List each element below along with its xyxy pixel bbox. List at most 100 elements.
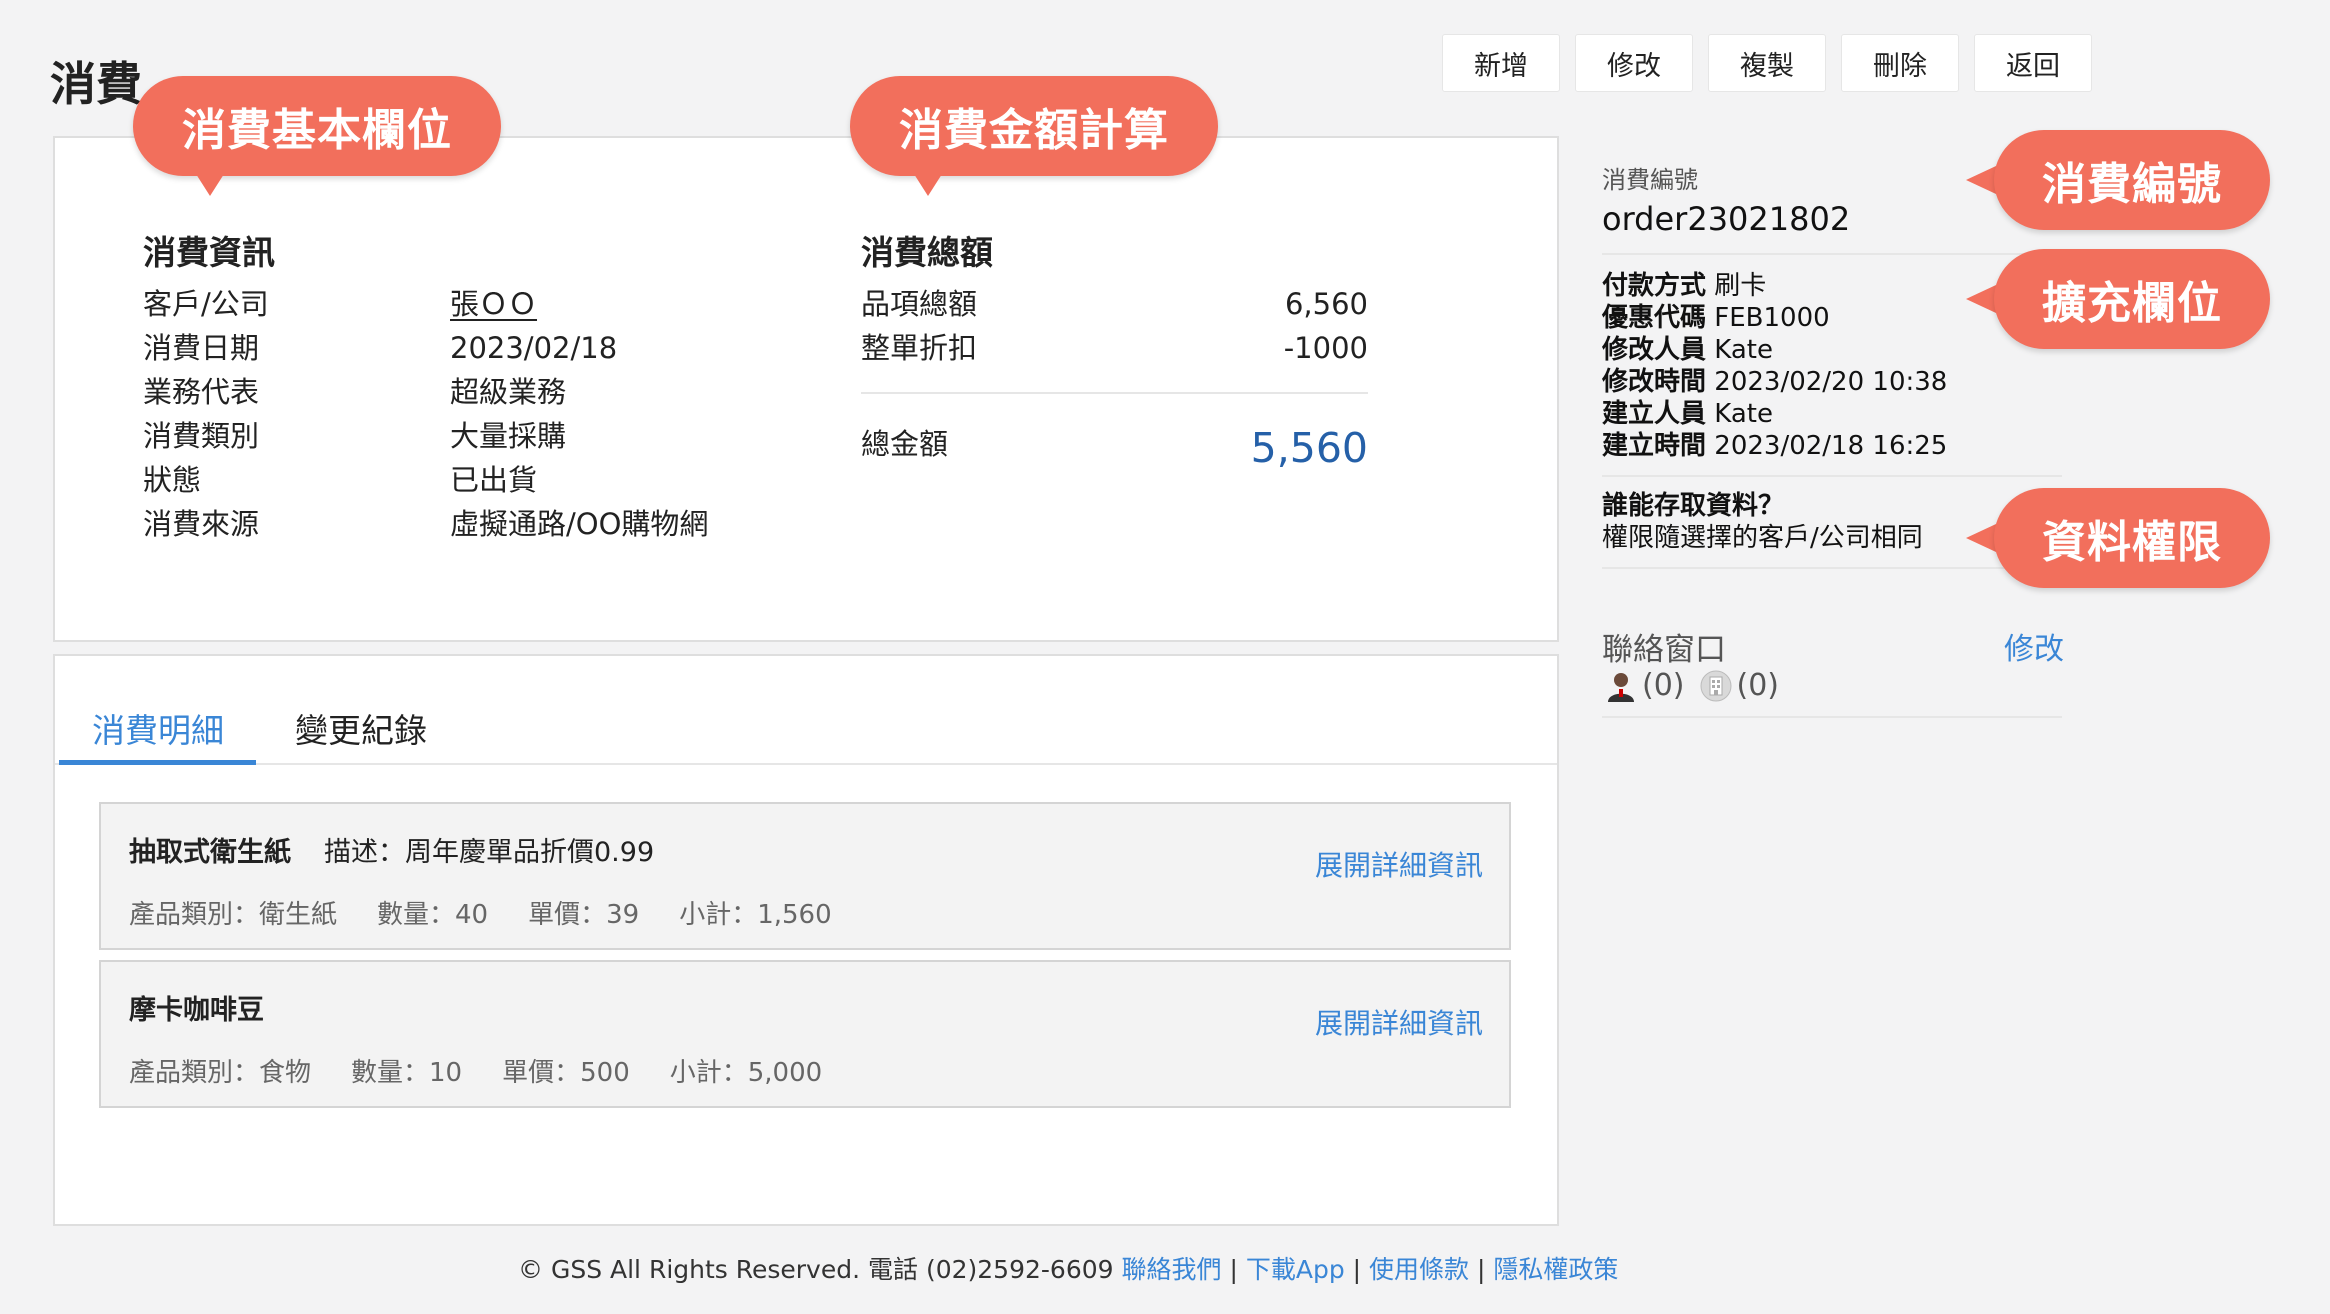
person-count[interactable]: (0): [1642, 668, 1685, 703]
list-item: 摩卡咖啡豆 展開詳細資訊 產品類別：食物 數量：10 單價：500 小計：5,0…: [99, 960, 1511, 1108]
discount-value: -1000: [1283, 331, 1368, 365]
person-icon: [1608, 672, 1634, 702]
item-quantity: 數量：40: [377, 900, 489, 930]
sidebar-divider: [1602, 475, 2062, 477]
tab-history[interactable]: 變更紀錄: [295, 704, 427, 752]
tab-details[interactable]: 消費明細: [92, 704, 224, 752]
company-count[interactable]: (0): [1737, 668, 1780, 703]
add-button[interactable]: 新增: [1442, 34, 1560, 92]
grand-total-value: 5,560: [1250, 424, 1368, 472]
ext-value: Kate: [1714, 335, 1773, 365]
item-total-label: 品項總額: [861, 287, 978, 321]
info-section-title: 消費資訊: [143, 233, 275, 272]
callout-data-permission: 資料權限: [1994, 488, 2270, 588]
item-meta: 產品類別：食物 數量：10 單價：500 小計：5,000: [129, 1052, 822, 1089]
totals-divider: [861, 392, 1368, 394]
status-value: 已出貨: [450, 463, 538, 497]
callout-extended-fields: 擴充欄位: [1994, 249, 2270, 349]
order-no-value: order23021802: [1602, 200, 1851, 238]
callout-tail: [914, 174, 942, 196]
info-label-status: 狀態: [143, 463, 202, 497]
contact-label: 聯絡窗口: [1602, 632, 1726, 668]
expand-details-link[interactable]: 展開詳細資訊: [1315, 1002, 1483, 1042]
ext-row: 修改時間 2023/02/20 10:38: [1602, 366, 1947, 398]
order-category-value: 大量採購: [450, 419, 567, 453]
item-description: 描述：周年慶單品折價0.99: [324, 837, 655, 868]
ext-value: Kate: [1714, 399, 1773, 429]
back-button[interactable]: 返回: [1974, 34, 2092, 92]
order-date-value: 2023/02/18: [450, 331, 618, 365]
callout-amount-calc: 消費金額計算: [850, 76, 1218, 176]
copy-button[interactable]: 複製: [1708, 34, 1826, 92]
ext-row: 修改人員 Kate: [1602, 334, 1947, 366]
delete-button[interactable]: 刪除: [1841, 34, 1959, 92]
toolbar: 新增 修改 複製 刪除 返回: [1442, 34, 2092, 92]
item-category: 產品類別：食物: [129, 1058, 312, 1088]
item-name: 抽取式衛生紙: [129, 837, 291, 868]
contact-counts: (0) (0): [1604, 668, 1779, 703]
info-label-source: 消費來源: [143, 507, 260, 541]
list-item: 抽取式衛生紙 描述：周年慶單品折價0.99 展開詳細資訊 產品類別：衛生紙 數量…: [99, 802, 1511, 950]
info-values: 張ＯＯ 2023/02/18 超級業務 大量採購 已出貨 虛擬通路/OO購物網: [450, 282, 870, 546]
footer-app-link[interactable]: 下載App: [1246, 1255, 1345, 1284]
callout-tail: [1966, 166, 1996, 194]
item-category: 產品類別：衛生紙: [129, 900, 338, 930]
sales-rep-value: 超級業務: [450, 375, 567, 409]
ext-label: 付款方式: [1602, 271, 1707, 301]
order-no-label: 消費編號: [1602, 166, 1698, 194]
ext-value: 2023/02/18 16:25: [1714, 431, 1948, 461]
ext-label: 建立時間: [1602, 431, 1707, 461]
source-value: 虛擬通路/OO購物網: [450, 507, 709, 541]
ext-row: 優惠代碼 FEB1000: [1602, 302, 1947, 334]
extended-fields: 付款方式 刷卡 優惠代碼 FEB1000 修改人員 Kate 修改時間 2023…: [1602, 270, 1947, 462]
ext-row: 建立時間 2023/02/18 16:25: [1602, 430, 1947, 462]
callout-tail: [1966, 285, 1996, 313]
footer-privacy-link[interactable]: 隱私權政策: [1493, 1255, 1618, 1284]
info-label-date: 消費日期: [143, 331, 260, 365]
edit-button[interactable]: 修改: [1575, 34, 1693, 92]
footer-separator: |: [1477, 1255, 1486, 1284]
totals-section-title: 消費總額: [861, 233, 993, 272]
footer-separator: |: [1229, 1255, 1238, 1284]
callout-basic-fields: 消費基本欄位: [133, 76, 501, 176]
sidebar-divider: [1602, 253, 2062, 255]
discount-label: 整單折扣: [861, 331, 978, 365]
callout-tail: [1966, 524, 1996, 552]
item-quantity: 數量：10: [351, 1058, 463, 1088]
footer-copyright: © GSS All Rights Reserved. 電話 (02)2592-6…: [518, 1255, 1114, 1284]
footer: © GSS All Rights Reserved. 電話 (02)2592-6…: [518, 1250, 1618, 1286]
ext-value: FEB1000: [1714, 303, 1830, 333]
info-labels: 客戶/公司 消費日期 業務代表 消費類別 狀態 消費來源: [143, 282, 433, 546]
footer-terms-link[interactable]: 使用條款: [1369, 1255, 1469, 1284]
ext-value: 2023/02/20 10:38: [1714, 367, 1948, 397]
contact-edit-link[interactable]: 修改: [2004, 624, 2064, 668]
info-label-category: 消費類別: [143, 419, 260, 453]
item-price: 單價：500: [502, 1058, 630, 1088]
ext-value: 刷卡: [1714, 271, 1767, 301]
footer-contact-link[interactable]: 聯絡我們: [1122, 1255, 1222, 1284]
callout-order-number: 消費編號: [1994, 130, 2270, 230]
item-total-value: 6,560: [1284, 287, 1368, 321]
footer-separator: |: [1352, 1255, 1362, 1284]
access-title: 誰能存取資料？: [1602, 491, 1785, 521]
sidebar-divider: [1602, 567, 2062, 569]
callout-tail: [196, 174, 224, 196]
expand-details-link[interactable]: 展開詳細資訊: [1315, 844, 1483, 884]
page-title: 消費: [50, 57, 142, 111]
item-price: 單價：39: [528, 900, 640, 930]
ext-label: 修改人員: [1602, 335, 1707, 365]
tabs-divider: [55, 763, 1557, 765]
ext-label: 修改時間: [1602, 367, 1707, 397]
item-subtotal: 小計：1,560: [679, 900, 832, 930]
info-label-sales: 業務代表: [143, 375, 260, 409]
item-subtotal: 小計：5,000: [669, 1058, 823, 1088]
grand-total-label: 總金額: [861, 427, 949, 461]
ext-label: 優惠代碼: [1602, 303, 1707, 333]
item-meta: 產品類別：衛生紙 數量：40 單價：39 小計：1,560: [129, 894, 832, 931]
customer-link[interactable]: 張ＯＯ: [450, 282, 870, 326]
ext-row: 建立人員 Kate: [1602, 398, 1947, 430]
info-label-customer: 客戶/公司: [143, 287, 269, 321]
ext-label: 建立人員: [1602, 399, 1707, 429]
access-description: 權限隨選擇的客戶/公司相同: [1602, 523, 1923, 553]
item-name: 摩卡咖啡豆: [129, 995, 264, 1026]
